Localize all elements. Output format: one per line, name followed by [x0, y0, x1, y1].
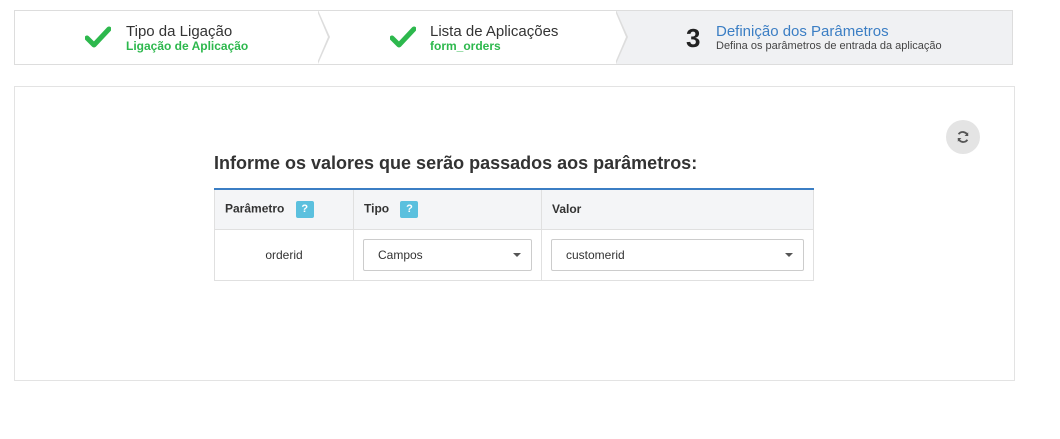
step-separator-inner: [615, 11, 626, 63]
parameters-panel: Informe os valores que serão passados ao…: [14, 86, 1015, 381]
step-description: Defina os parâmetros de entrada da aplic…: [716, 40, 942, 52]
step-subtitle: Ligação de Aplicação: [126, 39, 249, 53]
value-select[interactable]: customerid: [551, 238, 804, 271]
wizard-step-applications[interactable]: Lista de Aplicações form_orders: [318, 11, 616, 64]
page-title: Informe os valores que serão passados ao…: [214, 153, 698, 173]
value-select-value: customerid: [566, 247, 625, 262]
refresh-icon: [957, 131, 969, 143]
wizard-step-type[interactable]: Tipo da Ligação Ligação de Aplicação: [15, 11, 318, 64]
column-header-type: Tipo ?: [353, 188, 542, 230]
type-cell: Campos: [353, 228, 542, 281]
column-label: Tipo: [364, 201, 390, 216]
column-header-parameter: Parâmetro ?: [214, 188, 354, 230]
check-icon: [390, 26, 416, 48]
caret-down-icon: [785, 252, 793, 257]
column-label: Parâmetro: [225, 201, 285, 216]
step-title: Definição dos Parâmetros: [716, 23, 889, 40]
column-label: Valor: [552, 202, 582, 217]
value-cell: customerid: [541, 228, 814, 281]
step-number: 3: [686, 23, 701, 53]
parameters-table: Parâmetro ? Tipo ? Valor orderid Campos: [214, 188, 814, 281]
wizard-step-parameters[interactable]: 3 Definição dos Parâmetros Defina os par…: [616, 11, 1012, 64]
caret-down-icon: [513, 252, 521, 257]
help-icon[interactable]: ?: [295, 200, 314, 218]
step-subtitle: form_orders: [430, 39, 501, 53]
table-row: orderid Campos customerid: [214, 228, 814, 281]
step-title: Lista de Aplicações: [430, 23, 559, 40]
column-header-value: Valor: [541, 188, 814, 230]
parameter-name: orderid: [214, 228, 354, 281]
wizard-steps: Tipo da Ligação Ligação de Aplicação Lis…: [14, 10, 1013, 65]
type-select-value: Campos: [378, 247, 423, 262]
check-icon: [85, 26, 111, 48]
type-select[interactable]: Campos: [363, 238, 532, 271]
refresh-button[interactable]: [946, 120, 980, 154]
step-title: Tipo da Ligação: [126, 23, 233, 40]
help-icon[interactable]: ?: [400, 200, 419, 218]
